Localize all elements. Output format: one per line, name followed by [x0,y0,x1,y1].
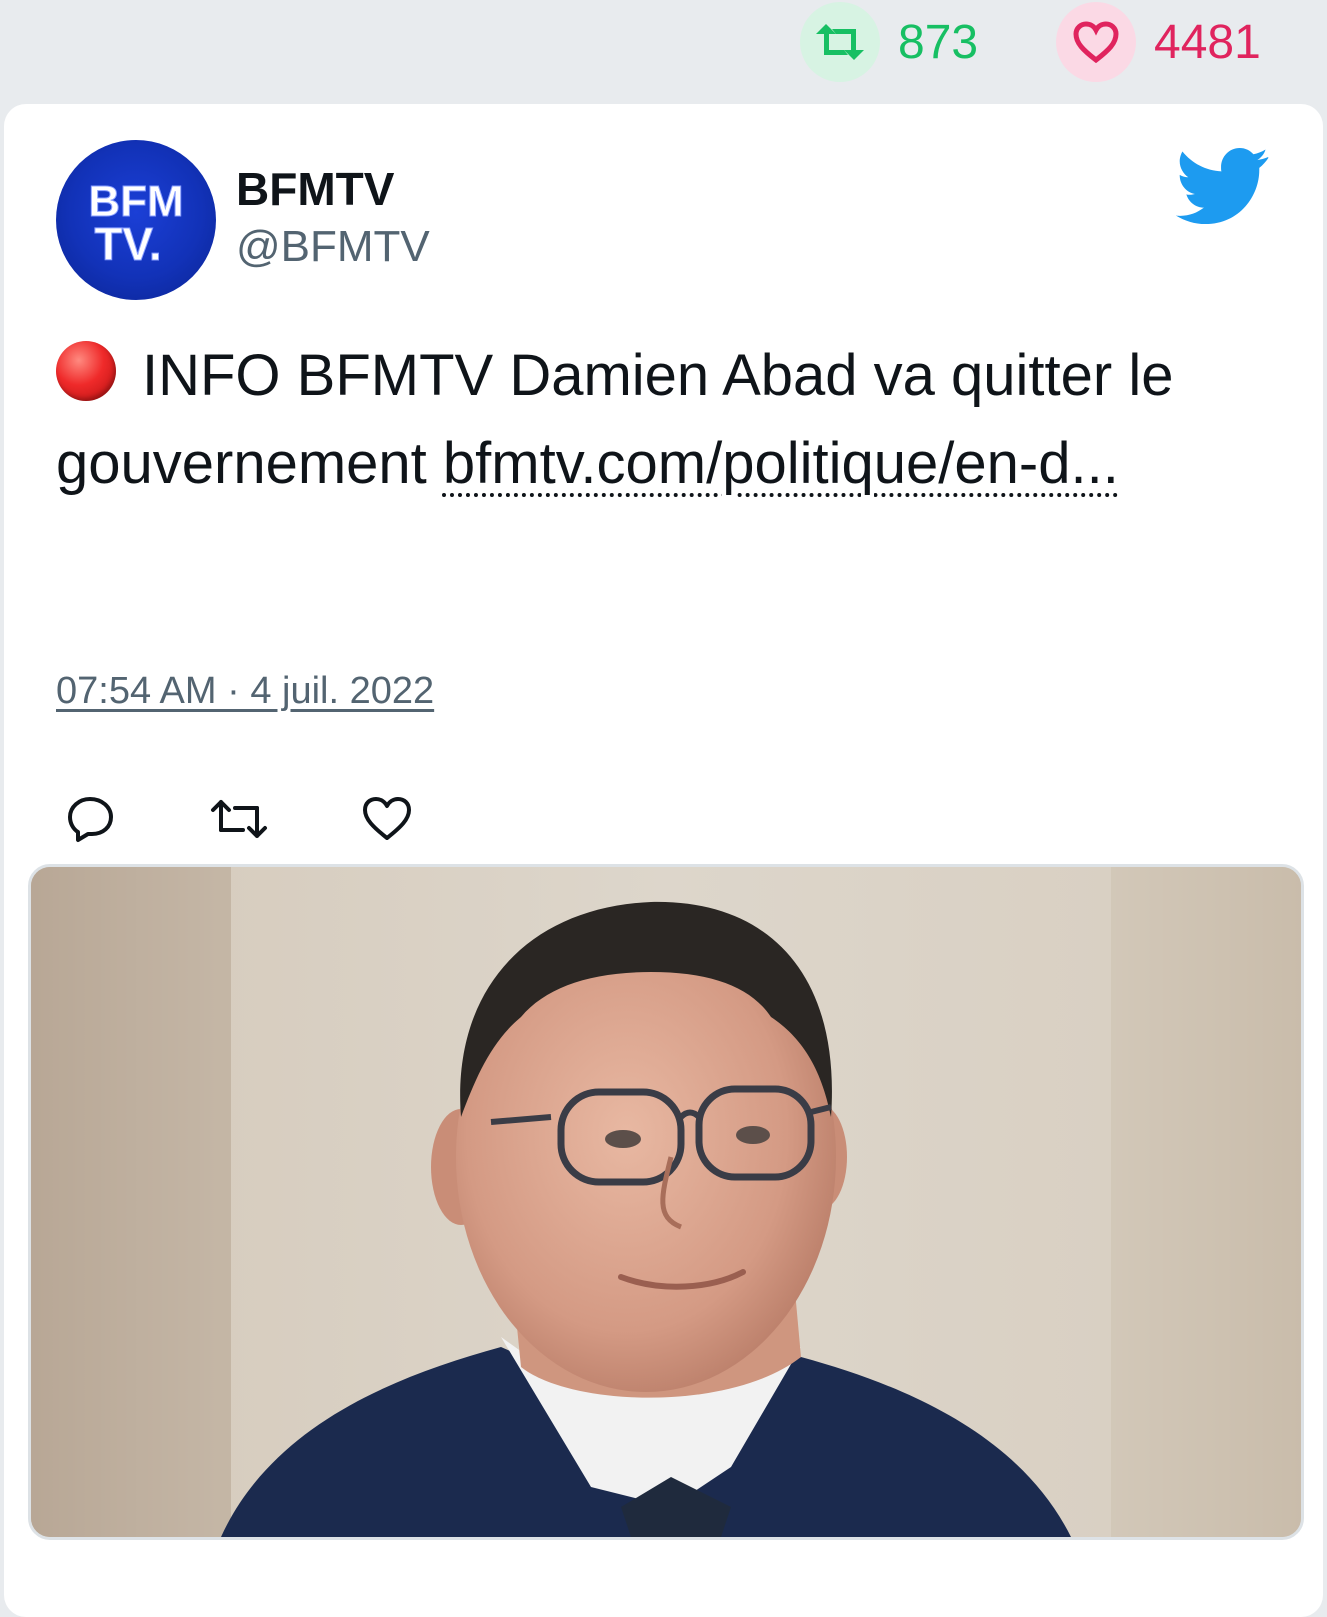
retweet-icon [800,2,880,82]
tweet-text: INFO BFMTV Damien Abad va quitter le gou… [56,332,1276,508]
tweet-actions [56,784,500,854]
twitter-bird-icon[interactable] [1175,148,1270,231]
tweet-stats-bar: 873 4481 [0,0,1327,100]
tweet-timestamp[interactable]: 07:54 AM · 4 juil. 2022 [56,670,434,713]
reply-button[interactable] [56,784,126,854]
retweet-count-value: 873 [898,15,979,69]
heart-icon [363,797,411,840]
reply-icon [68,797,113,842]
tweet-card: BFM TV. BFMTV @BFMTV INFO BFMTV Damien A… [4,104,1323,1617]
like-count-value: 4481 [1154,15,1261,69]
portrait-photo [31,867,1301,1537]
like-button[interactable] [352,784,422,854]
tweet-media-photo[interactable] [28,864,1304,1540]
tweet-link[interactable]: bfmtv.com/politique/en-d... [443,431,1119,496]
red-circle-icon [56,341,116,401]
like-count[interactable]: 4481 [1056,2,1261,82]
avatar[interactable]: BFM TV. [56,140,216,300]
avatar-logo-line2: TV. [94,218,161,270]
retweet-icon [211,800,267,838]
retweet-button[interactable] [204,784,274,854]
author-handle[interactable]: @BFMTV [236,222,430,272]
retweet-count[interactable]: 873 [800,2,978,82]
author-name[interactable]: BFMTV [236,162,394,216]
heart-icon [1056,2,1136,82]
